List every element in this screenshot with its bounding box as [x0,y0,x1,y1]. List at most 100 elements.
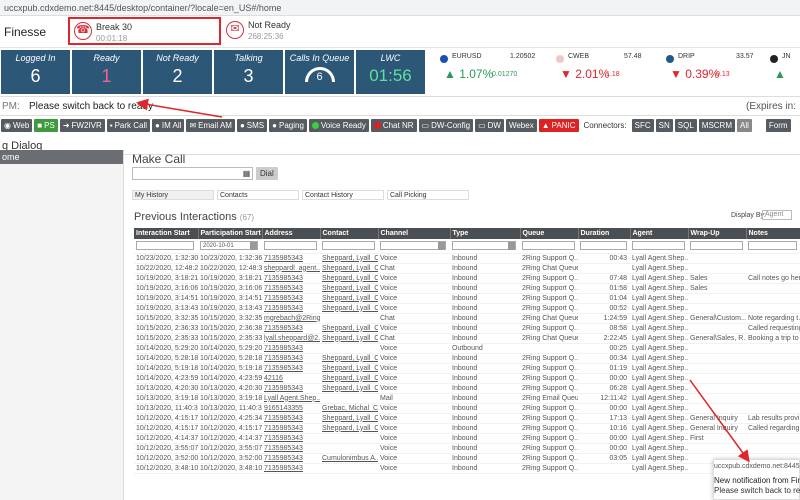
table-cell[interactable]: Sheppard, Lyall_CO... [320,413,378,424]
table-row[interactable]: 10/14/2020, 5:28:18... 10/14/2020, 5:28:1… [134,353,800,364]
table-row[interactable]: 10/19/2020, 3:16:06... 10/19/2020, 3:16:0… [134,283,800,294]
table-cell[interactable]: Sheppard, Lyall_CO... [320,303,378,314]
table-cell[interactable]: Sheppard, Lyall_CO... [320,323,378,334]
voice-ready-button[interactable]: Voice Ready [308,118,369,132]
table-cell[interactable]: Sheppard, Lyall_CO... [320,353,378,364]
table-row[interactable]: 10/22/2020, 12:48:2... 10/22/2020, 12:48:… [134,263,800,274]
table-cell[interactable]: 7135985343 [262,383,320,394]
table-row[interactable]: 10/13/2020, 3:19:18... 10/13/2020, 3:19:1… [134,393,800,404]
table-row[interactable]: 10/12/2020, 3:48:10... 10/12/2020, 3:48:1… [134,463,800,474]
table-row[interactable]: 10/15/2020, 2:35:33... 10/15/2020, 2:35:3… [134,333,800,344]
form-button[interactable]: Form [765,118,791,132]
filter-input[interactable] [748,241,797,251]
webex-button[interactable]: Webex [505,118,537,132]
filter-input[interactable] [322,241,375,251]
table-row[interactable]: 10/15/2020, 3:32:35... 10/15/2020, 3:32:3… [134,313,800,324]
im-all-button[interactable]: ● IM All [152,118,185,132]
dw-config-button[interactable]: ▭ DW-Config [418,118,474,132]
fw2ivr-button[interactable]: ➜ FW2IVR [59,118,105,132]
table-cell[interactable]: 7135985343 [262,453,320,464]
table-cell[interactable]: 7135985343 [262,323,320,334]
table-cell[interactable]: Lyall Agent.Shep... [262,393,320,404]
type-filter-select[interactable] [452,241,516,251]
park-call-button[interactable]: ▪ Park Call [106,118,151,132]
filter-input[interactable] [690,241,743,251]
table-cell[interactable]: 7135985343 [262,423,320,434]
table-row[interactable]: 10/14/2020, 4:23:59... 10/14/2020, 4:23:5… [134,373,800,384]
table-cell[interactable]: 7135985343 [262,463,320,474]
dial-button[interactable]: Dial [256,167,278,180]
table-cell[interactable]: 7135985343 [262,353,320,364]
table-cell[interactable]: Sheppard, Lyall_CO... [320,273,378,284]
connector-sfc-button[interactable]: SFC [631,118,654,132]
sms-button[interactable]: ● SMS [236,118,268,132]
chat-state[interactable]: ✉ Not Ready 268:25:36 [224,19,304,45]
chat-nr-button[interactable]: Chat NR [370,118,417,132]
table-cell[interactable]: 42116 [262,373,320,384]
panic-button[interactable]: ▲ PANIC [538,118,579,132]
table-cell[interactable]: lyall.sheppard@2... [262,333,320,344]
table-cell[interactable]: 7135985343 [262,293,320,304]
table-cell[interactable]: Cumulonimbus A... [320,453,378,464]
agent-state-highlight[interactable]: ☎ Break 30 00:01:18 [68,17,221,45]
channel-filter-select[interactable] [380,241,446,251]
browser-url-bar[interactable]: uccxpub.cdxdemo.net:8445/desktop/contain… [0,0,800,16]
calendar-icon[interactable] [250,242,258,251]
table-cell[interactable]: 7135985343 [262,273,320,284]
connector-mscrm-button[interactable]: MSCRM [698,118,735,132]
connector-all-button[interactable]: All [737,118,752,132]
column-header[interactable]: Channel [378,228,451,239]
table-cell[interactable]: 9165143355 [262,403,320,414]
table-cell[interactable]: Sheppard, Lyall_CO... [320,373,378,384]
table-cell[interactable]: 7135985343 [262,253,320,264]
tab-call-picking[interactable]: Call Picking [387,190,469,200]
ps-button[interactable]: ■ PS [34,118,58,132]
table-cell[interactable]: Sheppard, Lyall_CO... [320,363,378,374]
column-header[interactable]: Address [262,228,321,239]
tab-my-history[interactable]: My History [132,190,214,200]
filter-input[interactable] [136,241,195,251]
table-row[interactable]: 10/15/2020, 2:36:33... 10/15/2020, 2:36:3… [134,323,800,334]
table-row[interactable]: 10/12/2020, 4:15:17... 10/12/2020, 4:25:3… [134,413,800,424]
table-row[interactable]: 10/14/2020, 5:19:18... 10/14/2020, 5:19:1… [134,363,800,374]
table-row[interactable]: 10/12/2020, 4:15:17... 10/12/2020, 4:15:1… [134,423,800,434]
column-header[interactable]: Notes [746,228,800,239]
table-cell[interactable]: mgrebach@2Ring... [262,313,320,324]
table-row[interactable]: 10/23/2020, 1:32:30... 10/23/2020, 1:32:3… [134,253,800,264]
paging-button[interactable]: ● Paging [269,118,307,132]
table-cell[interactable]: Sheppard, Lyall_CO... [320,383,378,394]
column-header[interactable]: Type [450,228,521,239]
table-cell[interactable]: 7135985343 [262,413,320,424]
table-cell[interactable]: sheppardl_agent... [262,263,320,274]
tab-contacts[interactable]: Contacts [217,190,299,200]
table-row[interactable]: 10/12/2020, 4:14:37... 10/12/2020, 4:14:3… [134,433,800,444]
table-cell[interactable]: Sheppard, Lyall_CO... [320,333,378,344]
filter-input[interactable] [580,241,627,251]
dial-number-input[interactable] [132,167,253,180]
browser-notification[interactable]: uccxpub.cdxdemo.net:8445 New notificatio… [713,459,800,500]
table-row[interactable]: 10/12/2020, 3:52:00... 10/12/2020, 3:52:0… [134,453,800,464]
filter-input[interactable] [522,241,575,251]
dw-button[interactable]: ▭ DW [475,118,504,132]
date-filter-input[interactable]: 2020-10-01 [200,241,259,251]
column-header[interactable]: Agent [630,228,689,239]
table-cell[interactable]: 7135985343 [262,363,320,374]
table-row[interactable]: 10/14/2020, 5:29:20... 10/14/2020, 5:29:2… [134,343,800,354]
table-cell[interactable]: Sheppard, Lyall_CO... [320,293,378,304]
column-header[interactable]: Interaction Start [134,228,199,239]
email-am-button[interactable]: ✉ Email AM [186,118,235,132]
display-by-select[interactable]: Agent [762,210,792,220]
table-row[interactable]: 10/12/2020, 3:55:07... 10/12/2020, 3:55:0… [134,443,800,454]
table-row[interactable]: 10/19/2020, 3:13:43... 10/19/2020, 3:13:4… [134,303,800,314]
table-row[interactable]: 10/13/2020, 4:20:30... 10/13/2020, 4:20:3… [134,383,800,394]
filter-input[interactable] [632,241,685,251]
table-cell[interactable]: 7135985343 [262,343,320,354]
column-header[interactable]: Queue [520,228,579,239]
keypad-icon[interactable]: ▦ [241,168,252,179]
table-cell[interactable]: Sheppard, Lyall_CO... [320,283,378,294]
column-header[interactable]: Participation Start [198,228,263,239]
connector-sn-button[interactable]: SN [655,118,673,132]
table-cell[interactable]: Grebac, Michal_C... [320,403,378,414]
table-cell[interactable]: 7135985343 [262,433,320,444]
nav-item-home[interactable]: ome [0,150,123,164]
